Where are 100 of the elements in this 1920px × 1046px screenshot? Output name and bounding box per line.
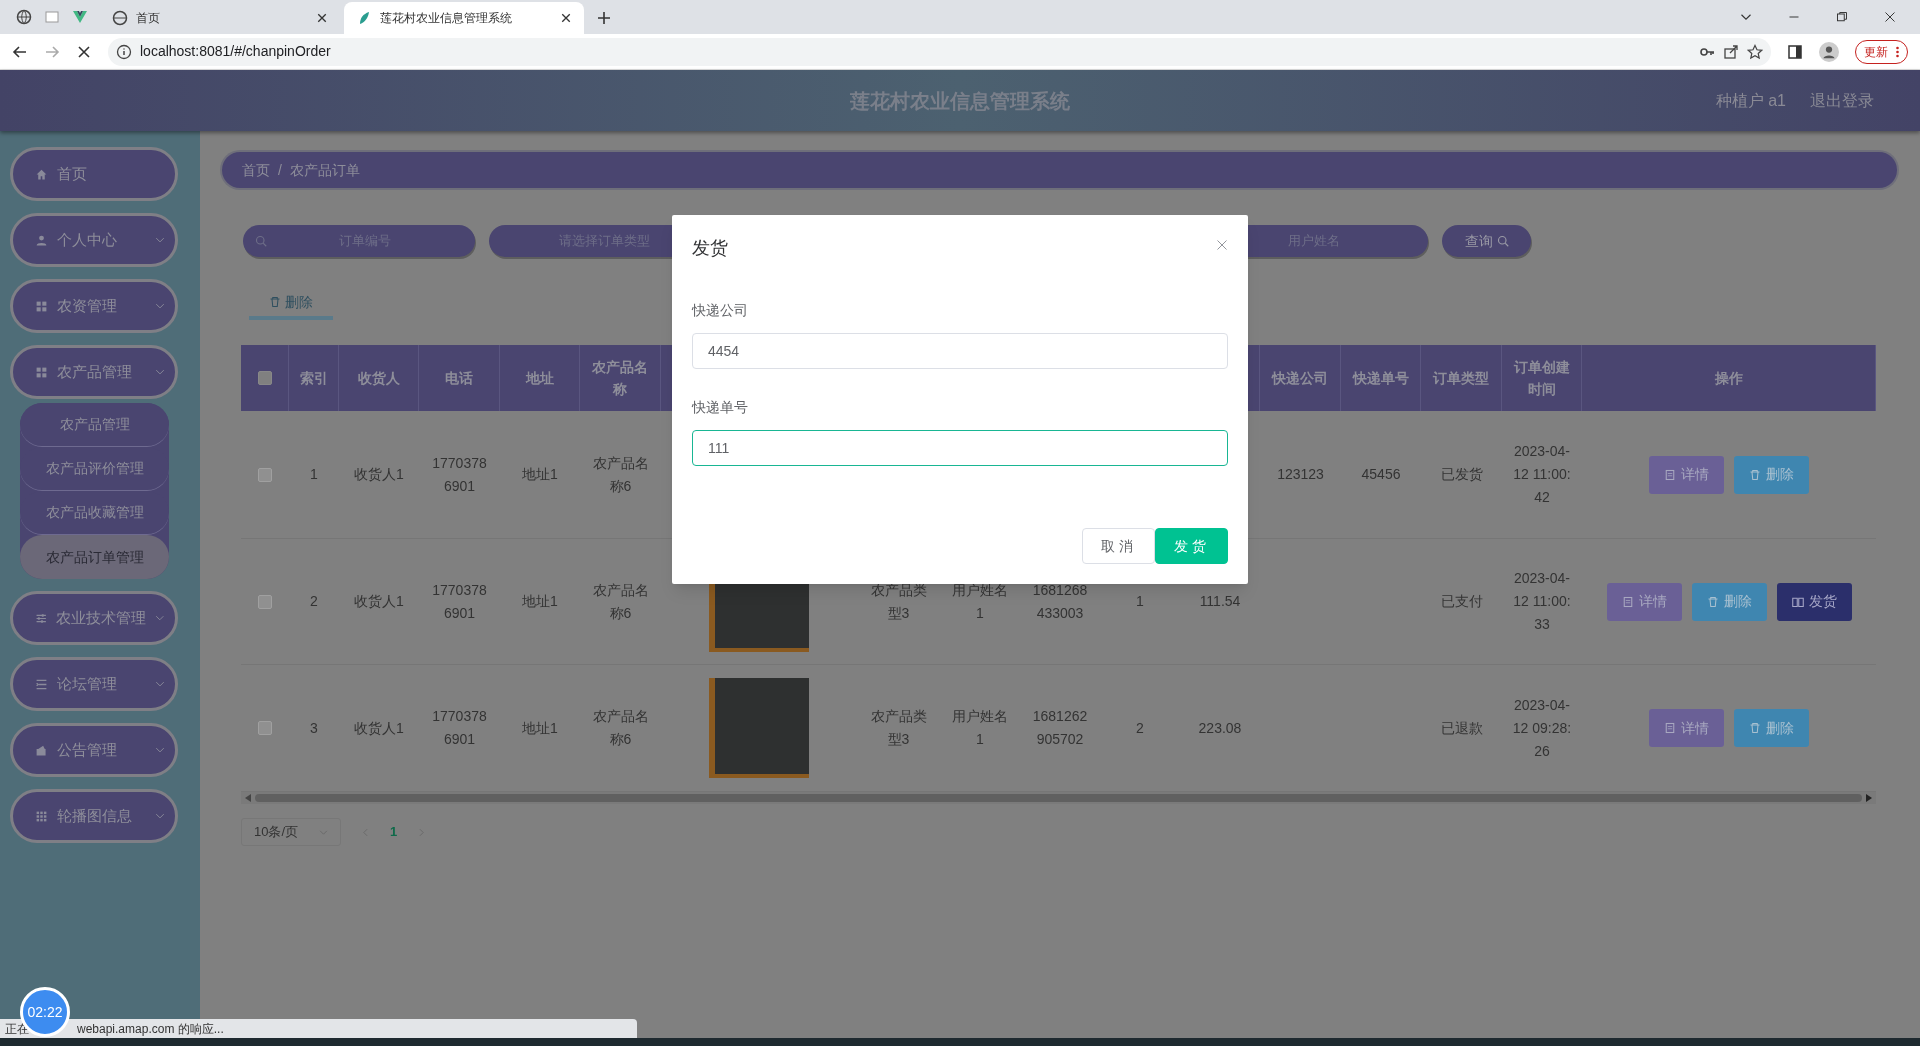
browser-tab[interactable]: 莲花村农业信息管理系统 [344, 2, 584, 34]
field-label: 快递单号 [692, 398, 749, 417]
delete-button[interactable]: 删除 [1734, 455, 1809, 494]
table-cell-text: 收货人1 [354, 718, 404, 738]
apps-grid-icon [35, 809, 48, 823]
query-button[interactable]: 查询 [1442, 225, 1531, 257]
table-cell-text: 农产品类型3 [869, 580, 928, 623]
text-field[interactable]: 4454 [692, 333, 1228, 369]
avatar-icon [1819, 41, 1839, 62]
column-header: 索引 [289, 345, 339, 411]
back-arrow-icon [12, 43, 28, 60]
kebab-menu-icon [1896, 45, 1899, 58]
grid-icon [35, 365, 48, 379]
table-cell-text: 1681262905702 [1031, 707, 1089, 749]
table-cell-text: 1 [1136, 592, 1144, 611]
forward-arrow-icon [44, 43, 60, 60]
table-cell-text: 用户姓名1 [951, 707, 1009, 749]
info-icon [116, 43, 132, 60]
detail-button[interactable]: 详情 [1649, 709, 1724, 747]
breadcrumb-item: 农产品订单 [289, 160, 360, 180]
sidebar-item[interactable]: 公告管理 [10, 723, 178, 777]
row-checkbox[interactable] [258, 594, 272, 609]
table-cell-text: 已发货 [1440, 465, 1483, 484]
table-cell-text: 2 [1136, 718, 1144, 738]
v-logo-icon [72, 9, 88, 25]
user-name: 种植户 a1 [1715, 90, 1786, 111]
scrollbar-thumb[interactable] [255, 794, 1862, 802]
ship-button[interactable]: 发货 [1776, 582, 1852, 621]
cancel-button[interactable]: 取消 [1082, 528, 1155, 564]
column-header: 订单创建时间 [1502, 345, 1582, 411]
submenu-item[interactable]: 农产品管理 [20, 403, 169, 447]
book-icon [1791, 595, 1804, 608]
delete-tab[interactable]: 删除 [249, 288, 333, 320]
sidebar-item[interactable]: 农业技术管理 [10, 591, 178, 645]
table-cell-text: 农产品类型3 [869, 707, 928, 749]
table-cell-text: 已退款 [1440, 718, 1483, 738]
grid-icon [35, 299, 48, 313]
star-icon [1747, 43, 1763, 60]
column-header: 农产品名称 [580, 345, 661, 411]
document-icon [1621, 595, 1634, 608]
trash-icon [1749, 722, 1761, 734]
detail-button[interactable]: 详情 [1649, 455, 1724, 494]
sidebar-item[interactable]: 论坛管理 [10, 657, 178, 711]
table-cell-text: 2023-04-12 11:00:42 [1512, 442, 1572, 507]
home-icon [35, 167, 48, 181]
table-cell-text: 17703786901 [431, 707, 488, 749]
sliders-icon [35, 611, 48, 625]
table-cell-text: 农产品名称6 [591, 580, 650, 623]
column-header: 操作 [1582, 345, 1876, 411]
table-cell-text: 45456 [1361, 465, 1401, 484]
sidebar-item[interactable]: 首页 [10, 147, 178, 201]
page-number[interactable]: 1 [390, 822, 398, 842]
trash-icon [269, 296, 281, 308]
ship-confirm-button[interactable]: 发货 [1155, 528, 1228, 564]
page-size-select[interactable]: 10条/页 [241, 818, 341, 846]
list-icon [35, 677, 48, 691]
column-header: 快递公司 [1260, 345, 1341, 411]
table-cell-text: 1681268433003 [1031, 580, 1089, 623]
text-field[interactable]: 111 [692, 430, 1228, 466]
delete-button[interactable]: 删除 [1734, 709, 1809, 747]
column-header: 地址 [500, 345, 580, 411]
wallet-icon [35, 743, 48, 757]
table-cell-text: 农产品名称6 [591, 707, 650, 749]
close-icon [1884, 11, 1896, 23]
logout-link[interactable]: 退出登录 [1810, 88, 1874, 113]
user-icon [35, 233, 48, 247]
plus-icon [596, 10, 612, 26]
breadcrumb-item[interactable]: 首页 [242, 159, 270, 181]
close-icon [76, 43, 92, 60]
table-cell-text: 17703786901 [431, 580, 488, 623]
sidebar-item[interactable]: 个人中心 [10, 213, 178, 267]
column-header: 快递单号 [1341, 345, 1421, 411]
scroll-left-icon [245, 794, 251, 802]
table-cell-text: 用户姓名1 [951, 580, 1009, 623]
search-icon [1496, 235, 1509, 247]
side-panel-icon [1787, 43, 1803, 60]
trash-icon [1706, 595, 1719, 608]
checkbox[interactable] [257, 371, 272, 385]
table-cell-text: 2023-04-12 09:28:26 [1512, 695, 1572, 761]
table-cell-text: 111.54 [1199, 592, 1241, 611]
close-icon [1216, 239, 1228, 251]
breadcrumb-separator: / [278, 160, 282, 180]
detail-button[interactable]: 详情 [1606, 582, 1682, 621]
row-checkbox[interactable] [258, 467, 272, 482]
sidebar-item[interactable]: 农资管理 [10, 279, 178, 333]
table-cell-text: 已支付 [1440, 592, 1483, 611]
restore-icon [1836, 11, 1848, 23]
submenu-item[interactable]: 农产品订单管理 [20, 535, 169, 579]
table-cell-text: 2 [310, 592, 318, 611]
trash-icon [1749, 468, 1761, 481]
globe-icon [112, 10, 128, 26]
page-icon [44, 9, 60, 25]
close-icon [316, 12, 328, 24]
table-cell-text: 地址1 [522, 718, 558, 738]
document-icon [1664, 468, 1676, 481]
browser-tab[interactable]: 首页 [100, 2, 340, 34]
sidebar-item[interactable]: 轮播图信息 [10, 789, 178, 843]
row-checkbox[interactable] [258, 721, 272, 735]
sidebar-item[interactable]: 农产品管理 [10, 345, 178, 399]
delete-button[interactable]: 删除 [1691, 582, 1767, 621]
